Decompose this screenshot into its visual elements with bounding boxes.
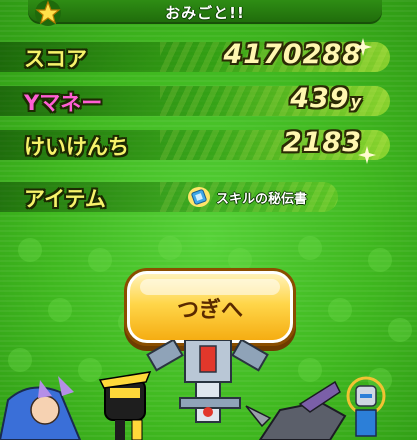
character-party [0,340,386,440]
exp-label: けいけんち [24,135,129,159]
money-label: Yマネー [24,91,103,115]
blue-hair-character [0,376,82,440]
exp-row: けいけんち 2183 [0,127,390,164]
yellow-hero-character [98,371,152,440]
next-button[interactable]: つぎへ [127,271,293,343]
money-value: 439 [290,83,350,114]
item-row: アイテム スキルの秘伝書 [0,182,338,212]
knight-character [346,376,386,437]
sparkle-icon [354,38,372,56]
next-button-label: つぎへ [176,298,243,323]
score-row: スコア 4170288 [0,38,390,72]
mecha-character [245,380,347,440]
exp-value: 2183 [282,127,362,158]
star-icon [35,0,61,26]
result-screen: おみごと!! スコア 4170288 Yマネー 439y けいけんち 2183 … [0,0,417,440]
score-label: スコア [24,47,87,71]
title-text: おみごと!! [165,4,245,22]
money-value-group: 439y [290,83,362,114]
money-row: Yマネー 439y [0,83,390,116]
item-name: スキルの秘伝書 [216,192,308,207]
score-value: 4170288 [223,39,362,70]
title-bar: おみごと!! [28,0,382,24]
item-label: アイテム [24,187,106,211]
money-unit: y [350,92,362,111]
sparkle-icon [358,146,376,164]
scroll-icon [188,187,210,207]
